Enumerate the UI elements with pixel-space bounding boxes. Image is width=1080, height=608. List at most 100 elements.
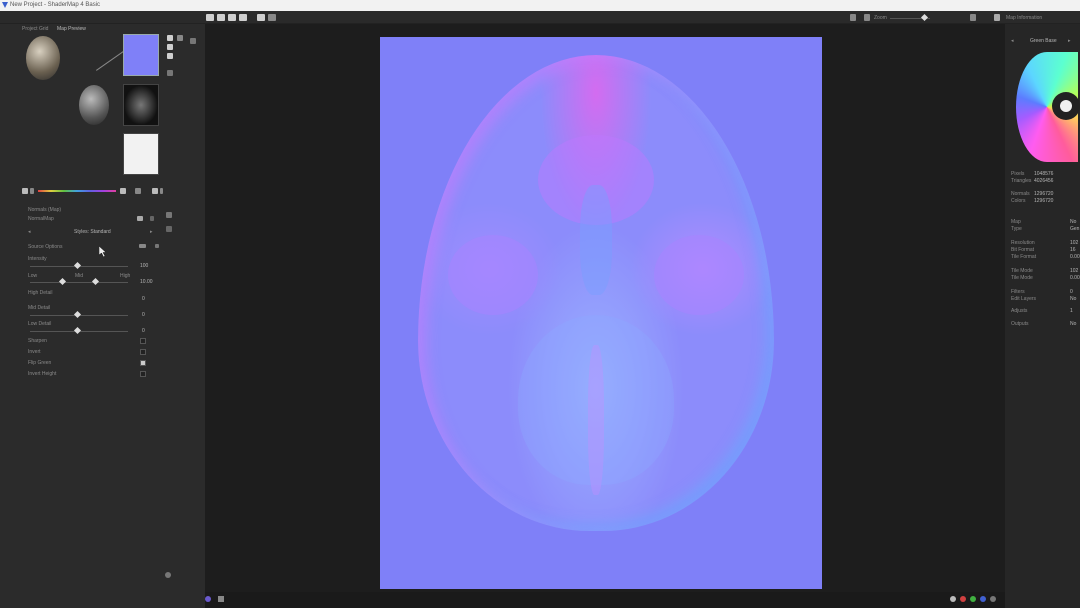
type-value: Gen	[1070, 226, 1080, 232]
source-options-icon[interactable]	[139, 244, 146, 248]
save-as-icon[interactable]	[239, 14, 247, 21]
section-title: Normals (Map)	[28, 207, 62, 213]
side-tool-2-icon[interactable]	[166, 226, 172, 232]
outputs-label: Outputs	[1011, 321, 1029, 327]
right-tab-label[interactable]: Green Base	[1030, 38, 1057, 44]
range-high-label: High	[120, 273, 131, 279]
tools-icon[interactable]	[257, 14, 265, 21]
status-icon	[205, 596, 211, 602]
intensity-value: 100	[140, 263, 149, 269]
panel-resize-icon[interactable]	[165, 572, 171, 578]
channel-green-icon[interactable]	[970, 596, 976, 602]
prev-tab-icon[interactable]: ◂	[1011, 38, 1014, 44]
colors-label: Colors	[1011, 198, 1026, 204]
window-title: New Project - ShaderMap 4 Basic	[10, 2, 101, 8]
channel-red-icon[interactable]	[960, 596, 966, 602]
source-options-menu-icon[interactable]	[155, 244, 159, 248]
bit-format-value: 16	[1070, 247, 1076, 253]
tab-map-preview[interactable]: Map Preview	[57, 26, 86, 32]
normals-value: 1296720	[1034, 191, 1054, 197]
mouse-cursor-icon	[99, 246, 107, 257]
styles-label[interactable]: Styles: Standard	[74, 229, 111, 235]
panel-menu-icon[interactable]	[160, 188, 163, 194]
select-icon[interactable]	[850, 14, 856, 21]
tile-format-value: 0.00	[1070, 254, 1080, 260]
channel-all-icon[interactable]	[950, 596, 956, 602]
nasal-ridge	[580, 185, 612, 295]
low-detail-value: 0	[142, 328, 145, 334]
sort-icon[interactable]	[30, 188, 34, 194]
node-link-icon[interactable]	[190, 38, 196, 44]
egg-relief	[418, 55, 774, 531]
grid-icon[interactable]	[22, 188, 28, 194]
specular-map-thumbnail[interactable]	[123, 133, 159, 175]
next-style-icon[interactable]: ▸	[150, 229, 153, 235]
invert-height-label: Invert Height	[28, 371, 57, 377]
map-value: No	[1070, 219, 1077, 225]
left-eye-socket	[448, 235, 538, 315]
options-icon[interactable]	[150, 216, 154, 221]
preview-toggle-icon[interactable]	[137, 216, 143, 221]
tile-mode-value: 102	[1070, 268, 1079, 274]
normal-map-thumbnail[interactable]	[123, 34, 159, 76]
new-file-icon[interactable]	[206, 14, 214, 21]
invert-height-checkbox[interactable]	[140, 371, 146, 377]
edit-layers-value: No	[1070, 296, 1077, 302]
node-edit-icon[interactable]	[177, 35, 183, 41]
prev-style-icon[interactable]: ◂	[28, 229, 31, 235]
type-label: Type	[1011, 226, 1022, 232]
bottom-bar	[205, 592, 1005, 608]
tab-project-grid[interactable]: Project Grid	[22, 26, 48, 32]
next-tab-icon[interactable]: ▸	[1068, 38, 1071, 44]
sharpen-checkbox[interactable]	[140, 338, 146, 344]
node-save-icon[interactable]	[167, 35, 173, 41]
normal-map-preview[interactable]	[380, 37, 822, 589]
spine-relief	[588, 345, 604, 495]
filters-label: Filters	[1011, 289, 1025, 295]
window-title-bar: New Project - ShaderMap 4 Basic	[0, 0, 1080, 11]
save-icon[interactable]	[228, 14, 236, 21]
adjusts-value: 1	[1070, 308, 1073, 314]
pixels-value: 1048576	[1034, 171, 1054, 177]
fit-icon[interactable]	[970, 14, 976, 21]
side-tool-icon[interactable]	[166, 212, 172, 218]
high-detail-value: 0	[142, 296, 145, 302]
link-icon[interactable]	[120, 188, 126, 194]
range-slider[interactable]	[30, 282, 128, 283]
intensity-label: Intensity	[28, 256, 47, 262]
normals-label: Normals	[1011, 191, 1030, 197]
tile-mode-2-label: Tile Mode	[1011, 275, 1033, 281]
zoom-slider-knob[interactable]	[920, 13, 929, 22]
channel-alpha-icon[interactable]	[990, 596, 996, 602]
flip-green-checkbox[interactable]	[140, 360, 146, 366]
lock-icon[interactable]	[218, 596, 224, 602]
open-folder-icon[interactable]	[217, 14, 225, 21]
ao-map-thumbnail[interactable]	[123, 84, 159, 126]
map-label: Map	[1011, 219, 1021, 225]
colors-value: 1296720	[1034, 198, 1054, 204]
flip-green-label: Flip Green	[28, 360, 52, 366]
expand-icon[interactable]	[994, 14, 1000, 21]
settings-icon[interactable]	[268, 14, 276, 21]
panel-save-icon[interactable]	[152, 188, 158, 194]
source-egg-thumbnail[interactable]	[26, 36, 60, 80]
channel-blue-icon[interactable]	[980, 596, 986, 602]
invert-checkbox[interactable]	[140, 349, 146, 355]
zoom-icon[interactable]	[864, 14, 870, 21]
node-settings-icon[interactable]	[167, 70, 173, 76]
color-wheel-dot	[1060, 100, 1072, 112]
resolution-value: 102	[1070, 240, 1079, 246]
outputs-value: No	[1070, 321, 1077, 327]
node-export-icon[interactable]	[167, 44, 173, 50]
triangles-value: 4026456	[1034, 178, 1054, 184]
mid-detail-value: 0	[142, 312, 145, 318]
displacement-thumbnail[interactable]	[79, 85, 109, 125]
node-disk-icon[interactable]	[167, 53, 173, 59]
source-options-label: Source Options	[28, 244, 63, 250]
sharpen-label: Sharpen	[28, 338, 47, 344]
range-mid-label: Mid	[75, 273, 84, 279]
low-detail-label: Low Detail	[28, 321, 52, 327]
edit-layers-label: Edit Layers	[1011, 296, 1037, 302]
color-palette[interactable]	[38, 190, 116, 192]
refresh-icon[interactable]	[135, 188, 141, 194]
